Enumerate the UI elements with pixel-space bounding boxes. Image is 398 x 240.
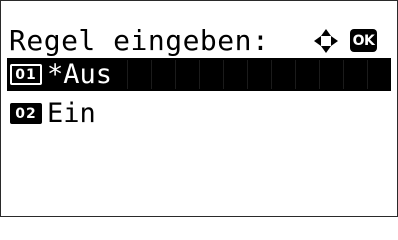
option-item-aus[interactable]: 01 *Aus	[7, 58, 391, 91]
option-number-badge: 02	[10, 103, 42, 124]
option-item-ein[interactable]: 02 Ein	[7, 97, 391, 130]
panel-screen: Regel eingeben: OK 01 *Aus 02 Ein	[0, 0, 398, 217]
selection-highlight	[127, 58, 391, 91]
ok-icon: OK	[350, 29, 377, 52]
option-label: *Aus	[47, 59, 113, 90]
screen-title: Regel eingeben:	[9, 24, 270, 57]
four-way-arrow-icon	[314, 29, 338, 53]
header: Regel eingeben: OK	[9, 21, 389, 61]
option-label: Ein	[47, 98, 96, 129]
option-number-badge: 01	[10, 64, 42, 85]
